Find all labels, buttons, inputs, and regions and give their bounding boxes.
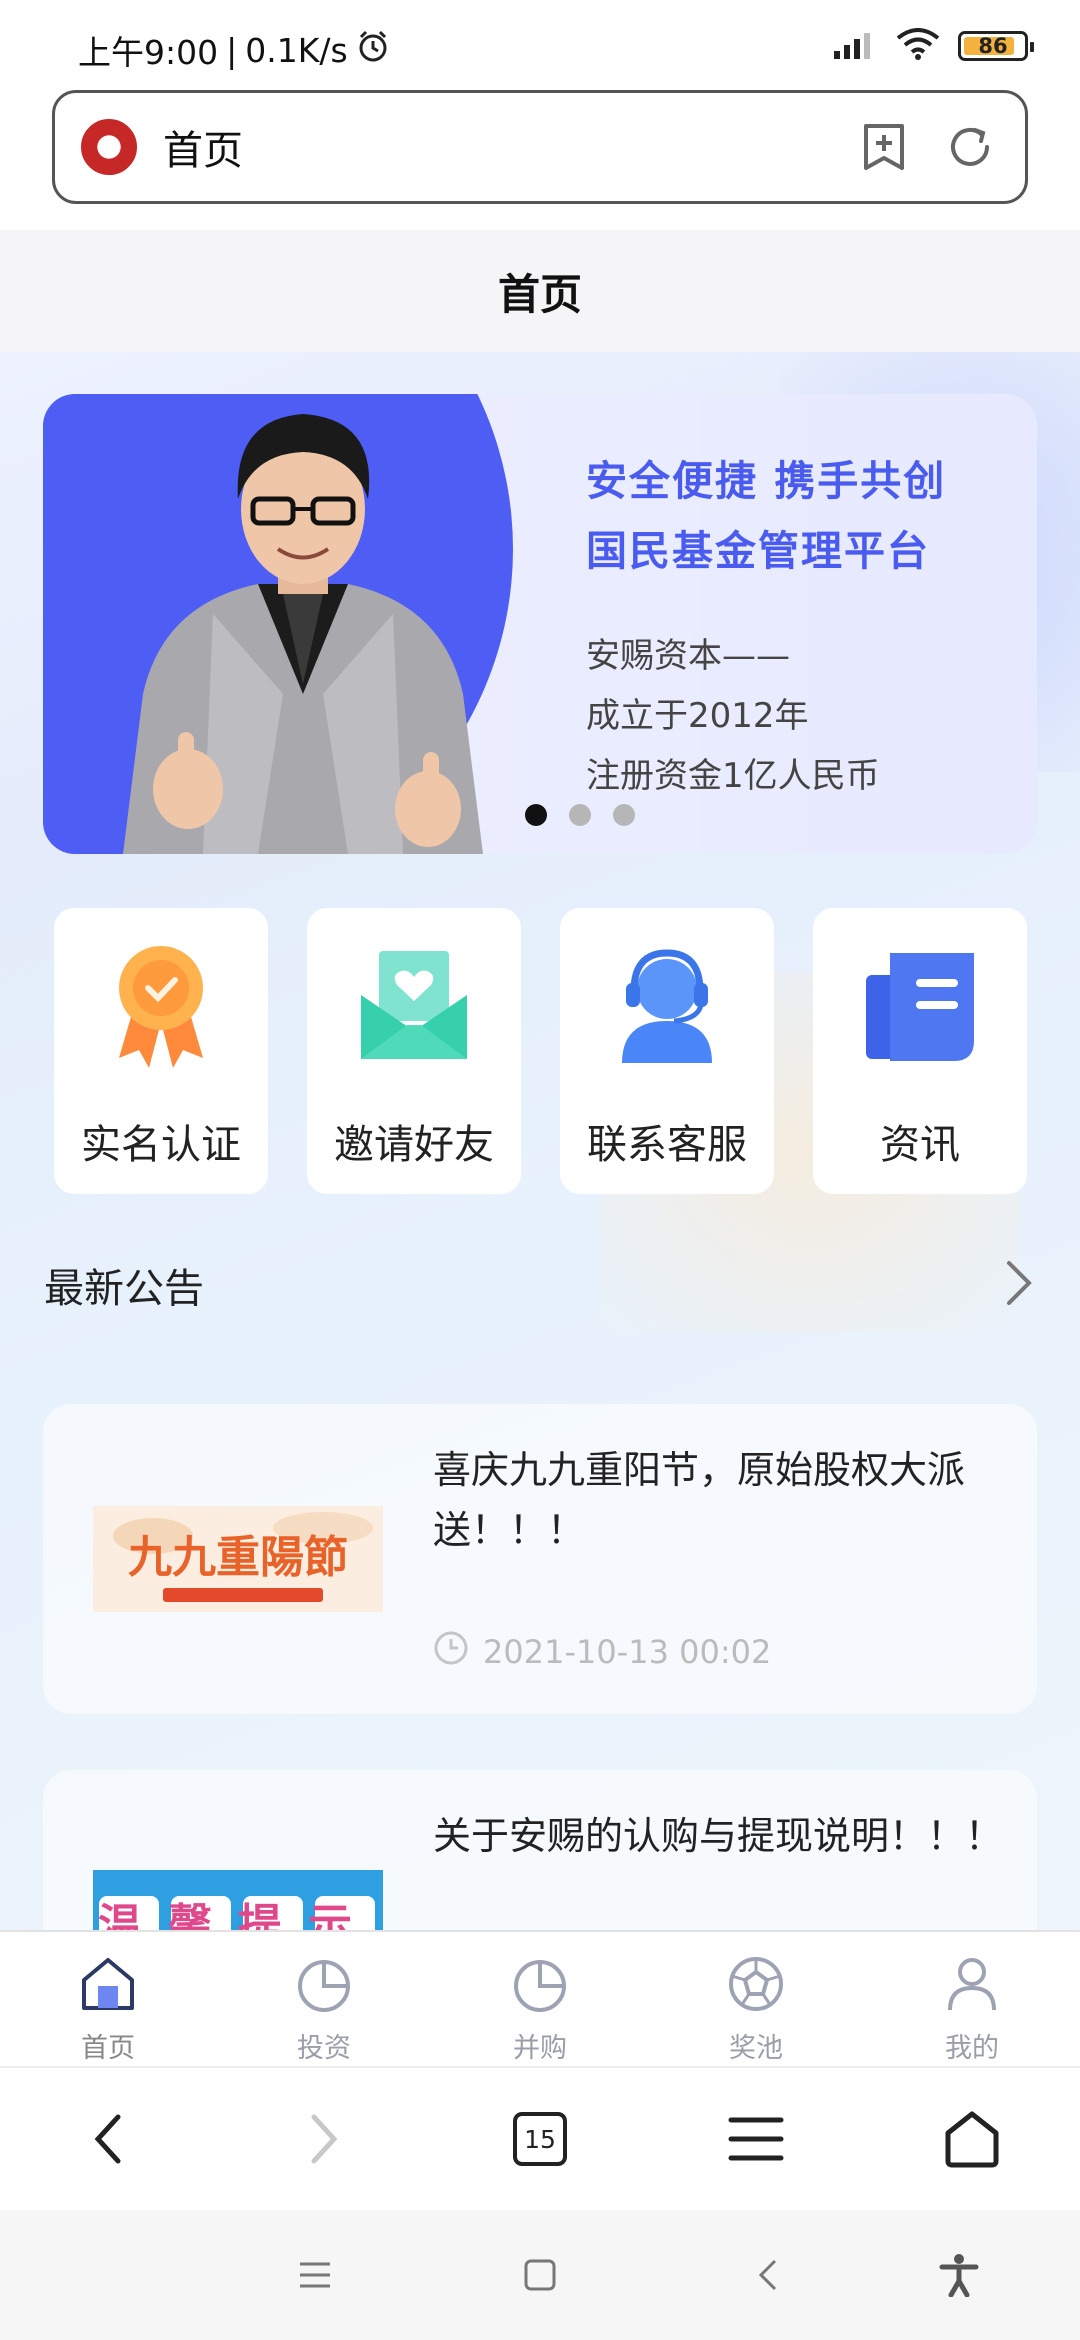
news-time-text: 2021-10-13 00:02: [483, 1633, 772, 1671]
alarm-icon: [356, 29, 390, 71]
bottom-tab-bar: 首页 投资 并购 奖池 我的: [0, 1930, 1080, 2066]
invite-envelope-icon: [349, 940, 479, 1070]
news-title: 关于安赐的认购与提现说明！！！: [433, 1814, 1004, 1858]
tab-mine[interactable]: 我的: [864, 1932, 1080, 2066]
banner-headline: 安全便捷 携手共创 国民基金管理平台: [586, 446, 946, 586]
banner-line-3: 注册资金1亿人民币: [586, 756, 880, 796]
pie-chart-icon: [294, 1954, 354, 2018]
user-icon: [942, 1954, 1002, 2018]
banner-headline-line-2: 国民基金管理平台: [586, 527, 930, 575]
news-document-icon: [855, 940, 985, 1070]
tabs-button[interactable]: 15: [495, 2094, 585, 2184]
quick-action-invite[interactable]: 邀请好友: [307, 908, 521, 1194]
news-thumbnail-text: 温馨提示: [98, 1900, 378, 1930]
tab-label: 首页: [81, 2033, 135, 2064]
system-navigation-bar: [0, 2210, 1080, 2340]
status-left: 上午9:00 | 0.1K/s: [78, 26, 390, 74]
tab-label: 我的: [945, 2033, 999, 2064]
main-content[interactable]: 安全便捷 携手共创 国民基金管理平台 安赐资本—— 成立于2012年 注册资金1…: [0, 352, 1080, 1930]
banner-line-2: 成立于2012年: [586, 696, 809, 736]
refresh-icon[interactable]: [939, 116, 1001, 178]
page-title: 首页: [0, 230, 1080, 352]
status-right: 86: [834, 28, 1034, 64]
carousel-dot-2[interactable]: [569, 804, 591, 826]
quick-action-label: 实名认证: [81, 1122, 241, 1168]
site-logo-icon: [81, 119, 137, 175]
tab-invest[interactable]: 投资: [216, 1932, 432, 2066]
banner-line-1: 安赐资本——: [586, 636, 790, 676]
quick-action-label: 邀请好友: [334, 1122, 494, 1168]
carousel-dots: [525, 804, 635, 826]
customer-service-icon: [602, 940, 732, 1070]
quick-action-verify[interactable]: 实名认证: [54, 908, 268, 1194]
url-title[interactable]: 首页: [163, 118, 853, 176]
banner-person-image: [123, 414, 483, 854]
carousel-dot-1[interactable]: [525, 804, 547, 826]
bookmark-add-icon[interactable]: [853, 116, 915, 178]
promo-banner[interactable]: 安全便捷 携手共创 国民基金管理平台 安赐资本—— 成立于2012年 注册资金1…: [43, 394, 1037, 854]
quick-action-label: 联系客服: [587, 1122, 747, 1168]
battery-icon: 86: [958, 31, 1034, 61]
tab-label: 投资: [297, 2033, 351, 2064]
news-thumbnail-text: 九九重陽節: [128, 1532, 348, 1583]
news-thumbnail: 温馨提示: [93, 1870, 383, 1930]
accessibility-icon[interactable]: [934, 2250, 984, 2300]
status-time: 上午9:00: [78, 33, 219, 72]
clock-icon: [433, 1630, 469, 1674]
home-page-icon[interactable]: [927, 2094, 1017, 2184]
back-icon[interactable]: [63, 2094, 153, 2184]
tab-home[interactable]: 首页: [0, 1932, 216, 2066]
news-item[interactable]: 九九重陽節 喜庆九九重阳节，原始股权大派送！！！ 2021-10-13 00:0…: [43, 1404, 1037, 1714]
tab-count: 15: [513, 2112, 567, 2166]
home-icon: [78, 1954, 138, 2018]
battery-level: 86: [978, 34, 1008, 58]
status-net-speed: 0.1K/s: [245, 30, 348, 70]
carousel-dot-3[interactable]: [613, 804, 635, 826]
pie-chart-icon: [510, 1954, 570, 2018]
signal-icon: [834, 29, 878, 63]
banner-headline-line-1: 安全便捷 携手共创: [586, 457, 947, 505]
prize-pool-icon: [726, 1954, 786, 2018]
quick-action-news[interactable]: 资讯: [813, 908, 1027, 1194]
wifi-icon: [896, 28, 940, 64]
latest-notice-header[interactable]: 最新公告: [44, 1250, 1034, 1320]
status-bar: 上午9:00 | 0.1K/s 86: [0, 0, 1080, 90]
certificate-badge-icon: [96, 940, 226, 1070]
notice-title: 最新公告: [44, 1266, 204, 1312]
tab-label: 并购: [513, 2033, 567, 2064]
quick-action-service[interactable]: 联系客服: [560, 908, 774, 1194]
system-home-icon[interactable]: [515, 2250, 565, 2300]
tab-prize-pool[interactable]: 奖池: [648, 1932, 864, 2066]
recent-apps-icon[interactable]: [290, 2250, 340, 2300]
chevron-right-icon[interactable]: [1004, 1258, 1034, 1312]
tab-label: 奖池: [729, 2033, 783, 2064]
forward-icon[interactable]: [279, 2094, 369, 2184]
menu-icon[interactable]: [711, 2094, 801, 2184]
news-time: 2021-10-13 00:02: [433, 1630, 771, 1674]
url-bar[interactable]: 首页: [52, 90, 1028, 204]
news-item[interactable]: 温馨提示 关于安赐的认购与提现说明！！！: [43, 1770, 1037, 1930]
news-thumbnail: 九九重陽節: [93, 1506, 383, 1612]
quick-action-label: 资讯: [880, 1122, 960, 1168]
system-back-icon[interactable]: [742, 2250, 792, 2300]
tab-merger[interactable]: 并购: [432, 1932, 648, 2066]
browser-toolbar: 15: [0, 2066, 1080, 2210]
banner-description: 安赐资本—— 成立于2012年 注册资金1亿人民币: [586, 626, 880, 806]
news-title: 喜庆九九重阳节，原始股权大派送！！！: [433, 1448, 966, 1552]
status-divider: |: [226, 30, 238, 70]
